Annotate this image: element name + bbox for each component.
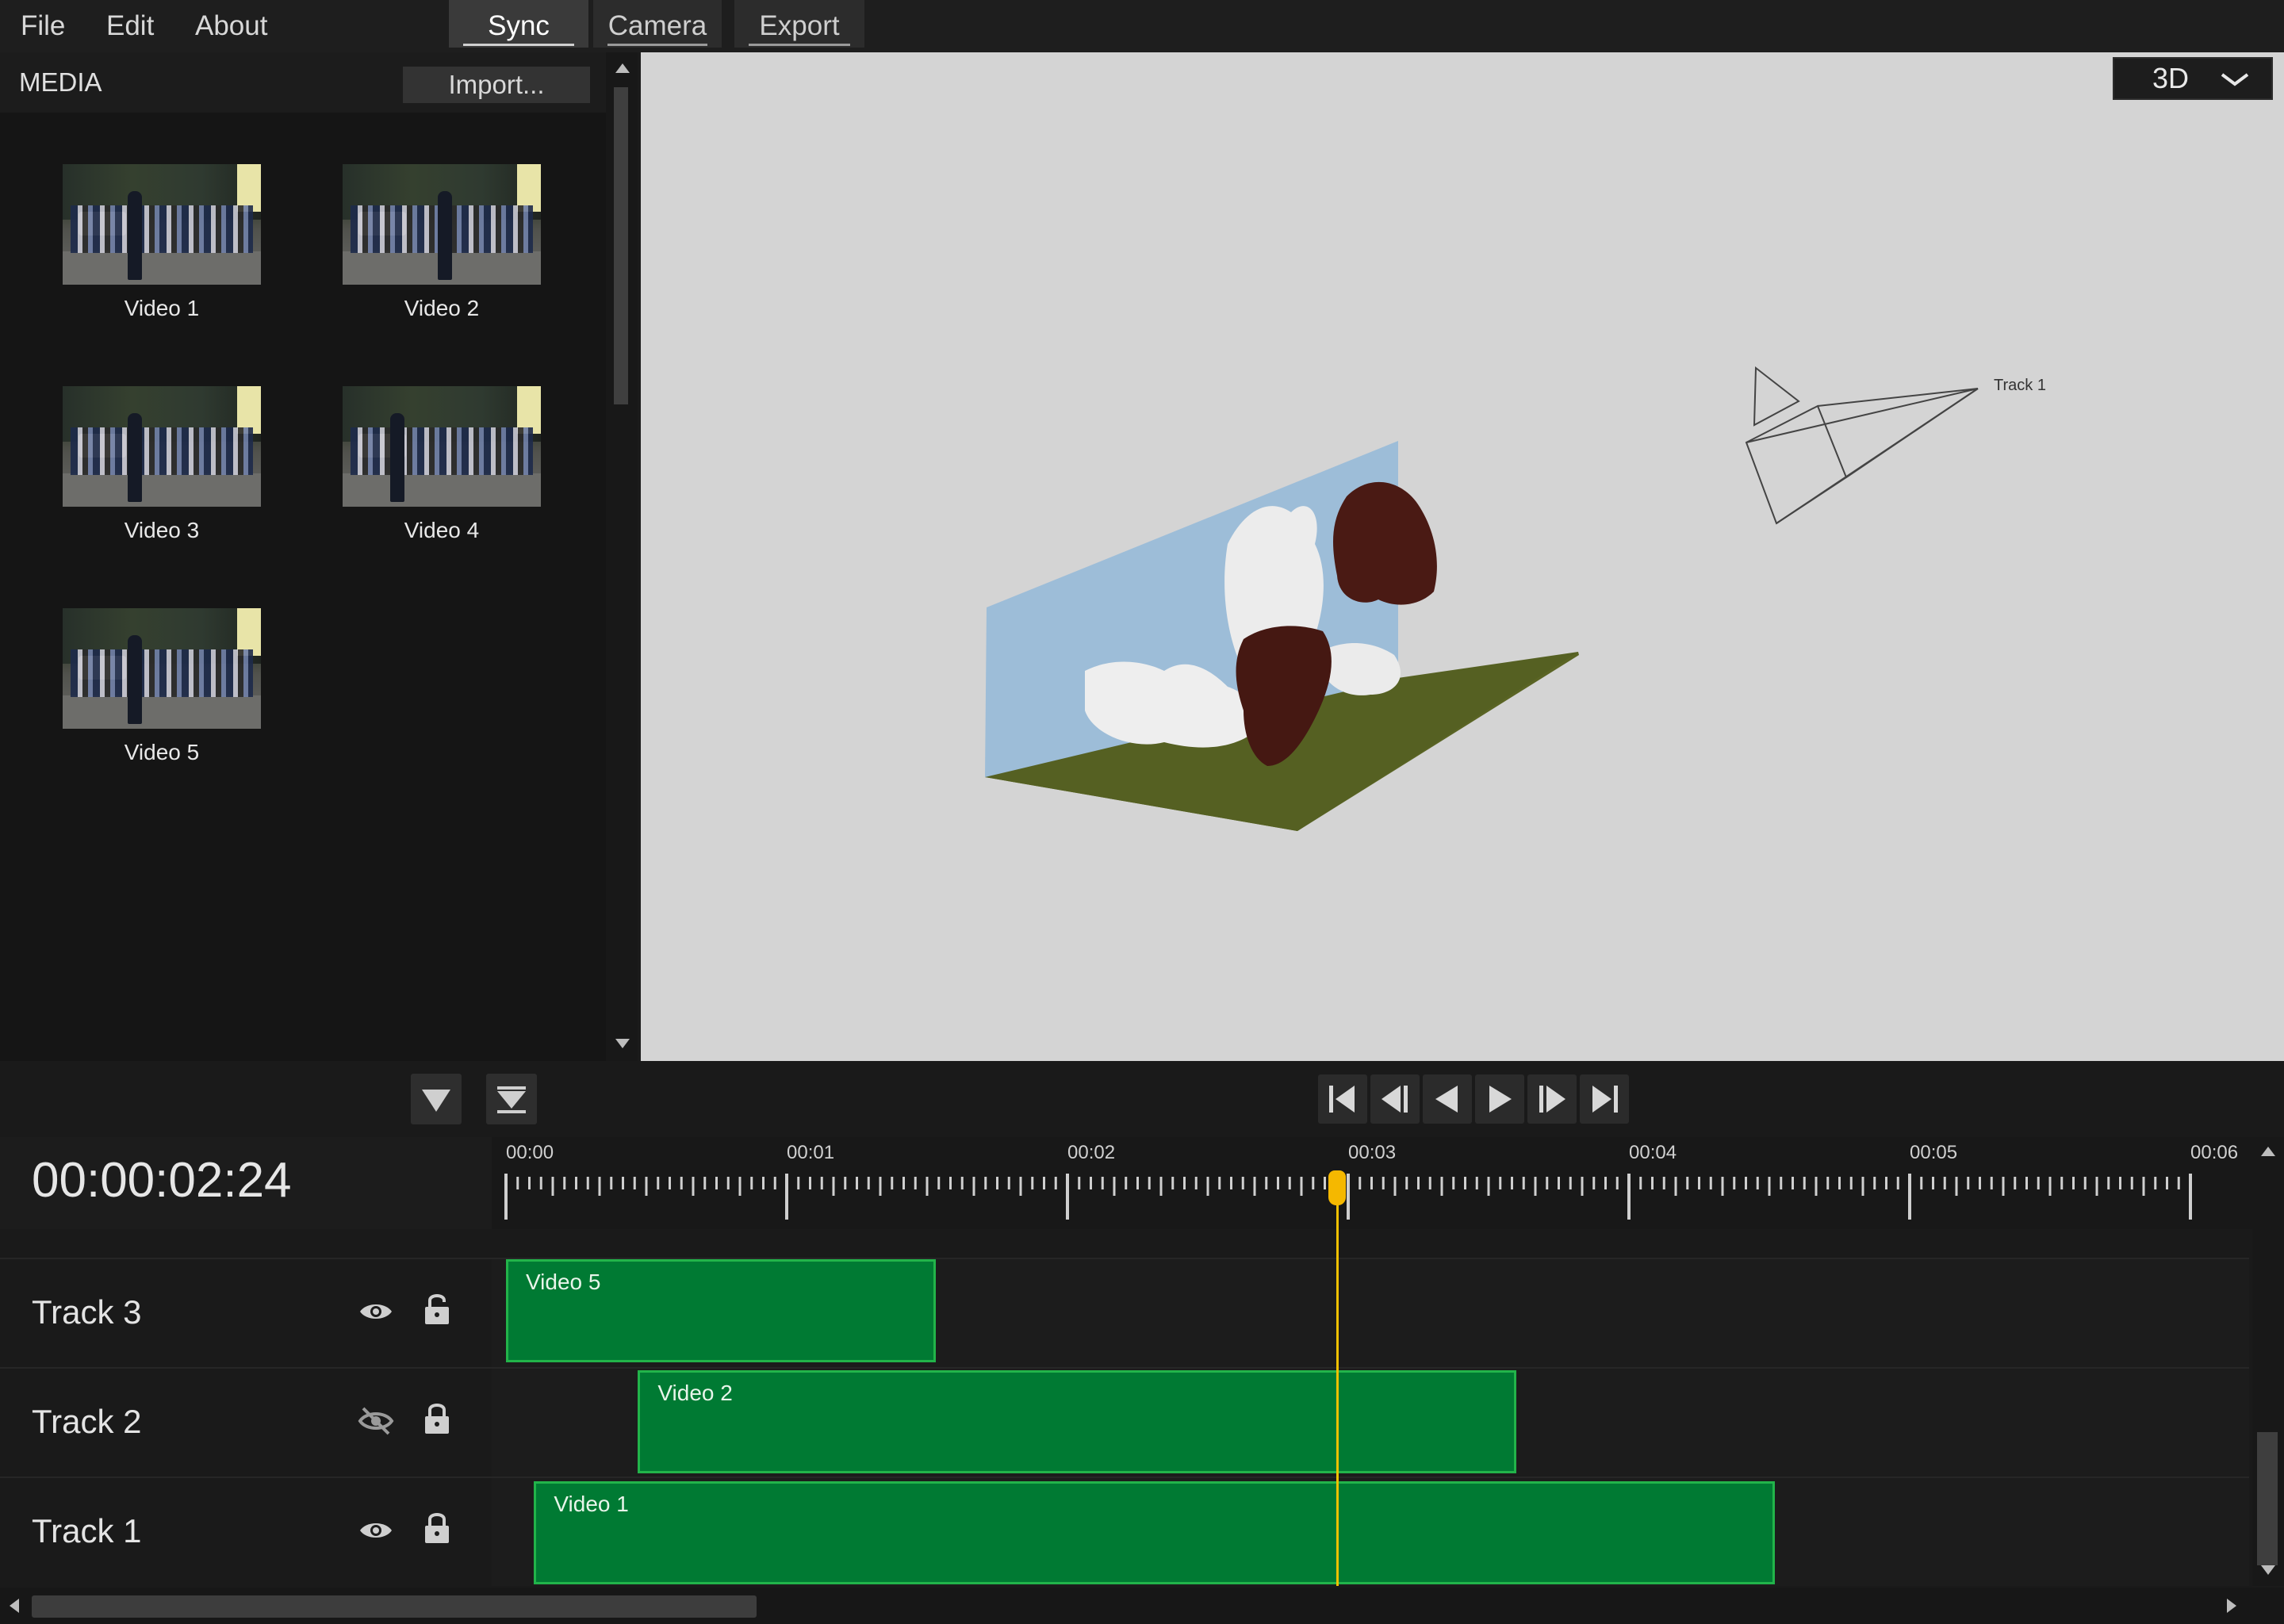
media-item-label: Video 4 — [404, 518, 480, 542]
track-2-lock-toggle[interactable] — [419, 1399, 457, 1437]
scroll-left-icon[interactable] — [10, 1599, 19, 1613]
ruler-tick-label: 00:05 — [1910, 1142, 1958, 1163]
menu-edit[interactable]: Edit — [106, 0, 154, 52]
transport-toolbar — [0, 1061, 2284, 1137]
track-name: Track 1 — [32, 1512, 142, 1549]
scroll-up-icon[interactable] — [615, 63, 630, 73]
media-title: MEDIA — [19, 67, 102, 97]
scroll-down-icon[interactable] — [615, 1039, 630, 1048]
clip-label: Video 2 — [657, 1381, 733, 1405]
tab-sync-label: Sync — [488, 10, 550, 41]
skip-to-end-icon — [1592, 1086, 1618, 1113]
scene-render: Track 1 — [985, 366, 2046, 831]
track-2-visibility-toggle[interactable] — [357, 1402, 395, 1440]
menu-about[interactable]: About — [195, 0, 267, 52]
tab-sync[interactable]: Sync — [449, 0, 588, 48]
playhead-handle[interactable] — [1328, 1170, 1346, 1205]
video-thumbnail — [343, 386, 541, 507]
eye-icon — [360, 1523, 392, 1538]
step-forward-icon — [1539, 1086, 1565, 1113]
unlock-icon — [425, 1294, 449, 1324]
ruler-tick-label: 00:01 — [787, 1142, 835, 1163]
play-reverse-icon — [1435, 1086, 1458, 1113]
video-thumbnail — [63, 608, 261, 729]
timeline-clip[interactable]: Video 5 — [506, 1259, 936, 1362]
step-back-icon — [1382, 1086, 1408, 1113]
scroll-up-icon[interactable] — [2261, 1147, 2275, 1156]
track-name: Track 2 — [32, 1403, 142, 1440]
view-mode-value: 3D — [2152, 62, 2190, 94]
tab-camera-label: Camera — [607, 10, 707, 41]
view-mode-select[interactable]: 3D — [2113, 57, 2273, 100]
ruler-tick-label: 00:00 — [506, 1142, 554, 1163]
video-thumbnail — [63, 386, 261, 507]
menu-bar — [0, 0, 2284, 52]
collapse-all-button[interactable] — [486, 1074, 537, 1124]
ruler-tick-label: 00:02 — [1067, 1142, 1116, 1163]
track-row-3 — [0, 1258, 2249, 1367]
filter-down-button[interactable] — [411, 1074, 462, 1124]
step-back-button[interactable] — [1370, 1074, 1420, 1124]
clip-label: Video 5 — [526, 1270, 601, 1294]
3d-viewport[interactable]: Track 1 — [641, 52, 2284, 1061]
media-item-label: Video 3 — [124, 518, 200, 542]
tab-camera[interactable]: Camera — [593, 0, 722, 48]
lock-icon — [425, 1513, 449, 1543]
media-item-label: Video 1 — [124, 296, 200, 320]
clip-label: Video 1 — [554, 1492, 629, 1516]
camera-label: Track 1 — [1994, 377, 2046, 394]
menu-file[interactable]: File — [21, 0, 65, 52]
video-thumbnail — [343, 164, 541, 285]
media-item-video-5[interactable]: Video 5 — [63, 608, 261, 765]
track-3-lock-toggle[interactable] — [419, 1289, 457, 1327]
timeline-clip[interactable]: Video 2 — [638, 1370, 1517, 1473]
timeline-vertical-scrollbar-thumb[interactable] — [2257, 1432, 2278, 1565]
lock-icon — [425, 1404, 449, 1434]
track-1-visibility-toggle[interactable] — [357, 1511, 395, 1549]
media-item-label: Video 2 — [404, 296, 480, 320]
timecode-display: 00:00:02:24 — [32, 1153, 292, 1208]
eye-off-icon — [358, 1407, 394, 1435]
tab-export[interactable]: Export — [734, 0, 864, 48]
scroll-right-icon[interactable] — [2227, 1599, 2236, 1613]
skip-to-start-button[interactable] — [1318, 1074, 1367, 1124]
scroll-down-icon[interactable] — [2261, 1565, 2275, 1575]
media-item-video-4[interactable]: Video 4 — [343, 386, 541, 543]
media-item-video-3[interactable]: Video 3 — [63, 386, 261, 543]
camera-frustum — [1745, 366, 1979, 525]
skip-to-end-button[interactable] — [1580, 1074, 1629, 1124]
import-button[interactable]: Import... — [403, 67, 590, 103]
ruler-tick-label: 00:04 — [1629, 1142, 1677, 1163]
video-thumbnail — [63, 164, 261, 285]
ruler-tick-label: 00:03 — [1348, 1142, 1397, 1163]
track-1-lock-toggle[interactable] — [419, 1508, 457, 1546]
media-scrollbar-thumb[interactable] — [614, 87, 628, 404]
media-item-video-1[interactable]: Video 1 — [63, 164, 261, 321]
timeline-horizontal-scrollbar-thumb[interactable] — [32, 1595, 757, 1618]
ruler-tick-label: 00:06 — [2190, 1142, 2239, 1163]
track-name: Track 3 — [32, 1293, 142, 1331]
skip-to-start-icon — [1329, 1086, 1355, 1113]
chevron-down-icon — [2221, 73, 2249, 86]
step-forward-button[interactable] — [1527, 1074, 1577, 1124]
collapse-all-icon — [497, 1086, 526, 1113]
playhead-line — [1336, 1197, 1339, 1586]
media-item-video-2[interactable]: Video 2 — [343, 164, 541, 321]
track-3-visibility-toggle[interactable] — [357, 1293, 395, 1331]
tab-export-label: Export — [759, 10, 840, 41]
timeline-clip[interactable]: Video 1 — [534, 1481, 1776, 1584]
play-reverse-button[interactable] — [1423, 1074, 1472, 1124]
eye-icon — [360, 1304, 392, 1319]
media-item-label: Video 5 — [124, 740, 200, 764]
play-icon — [1489, 1086, 1512, 1113]
filter-down-icon — [422, 1090, 450, 1112]
play-button[interactable] — [1475, 1074, 1524, 1124]
